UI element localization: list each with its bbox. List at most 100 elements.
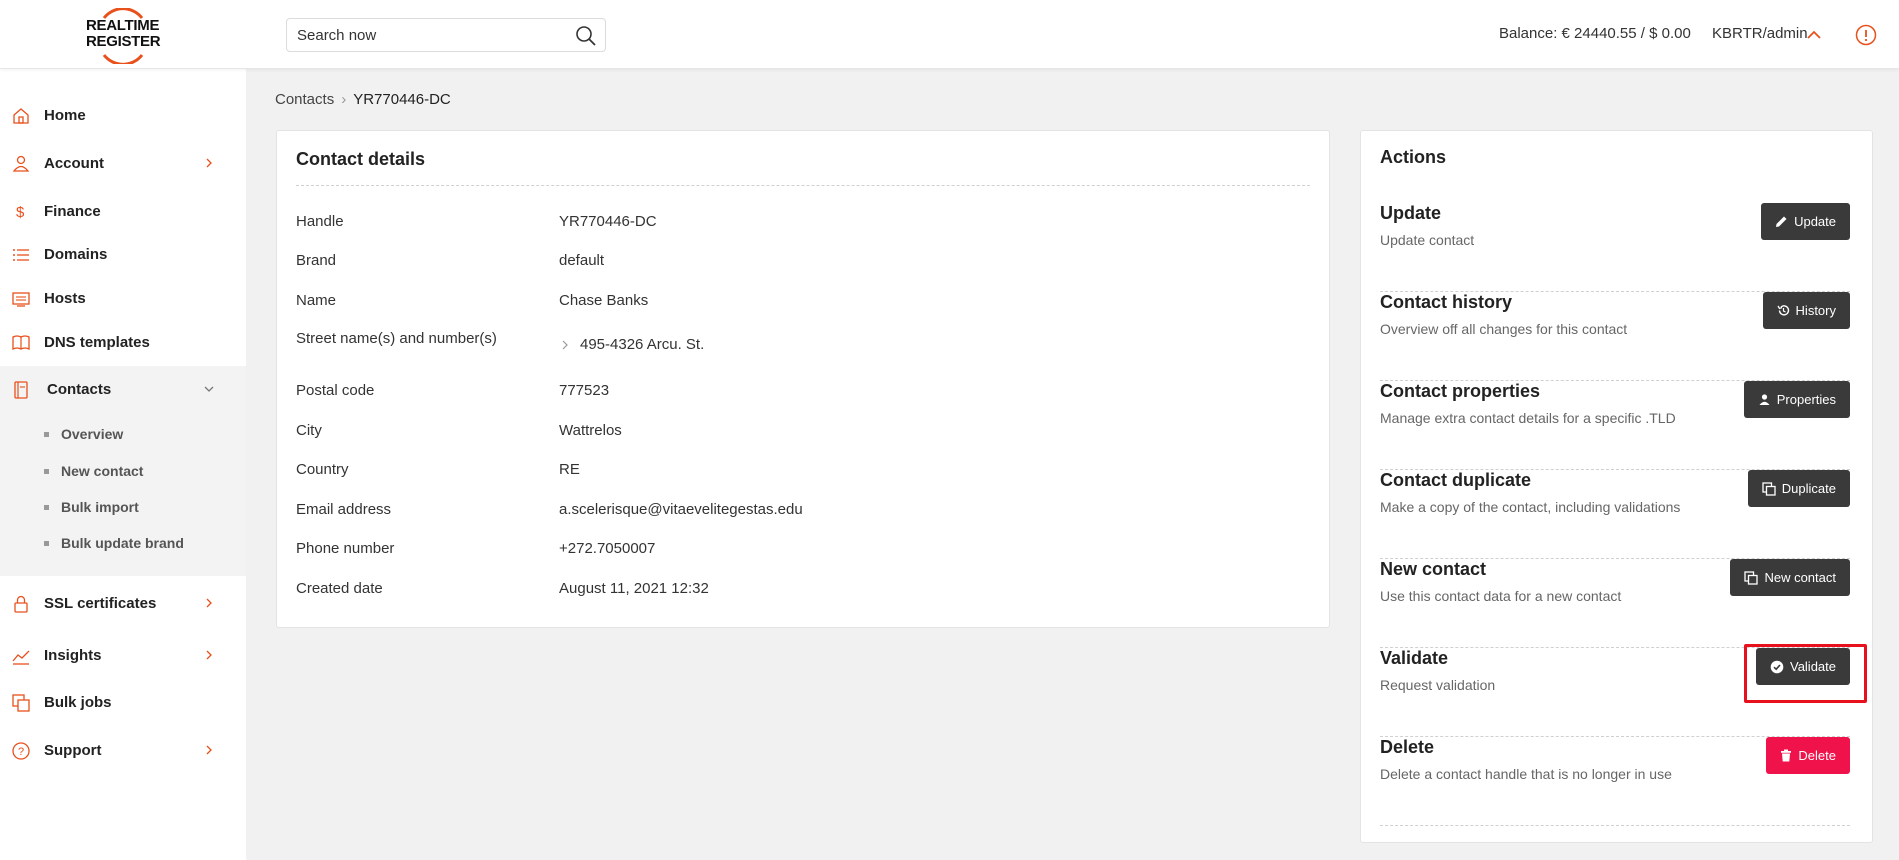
contact-details-title: Contact details [296,149,426,169]
action-title: Validate [1380,648,1449,668]
contacts-icon [14,381,28,399]
detail-value-email: a.scelerisque@vitaevelitegestas.edu [559,501,803,518]
detail-value-street: 495-4326 Arcu. St. [580,336,705,353]
contacts-nav-group: Contacts Overview New contact Bulk impor… [0,366,246,576]
delete-button[interactable]: Delete [1766,737,1850,774]
properties-button[interactable]: Properties [1743,381,1850,418]
sidebar-item-label: SSL certificates [44,595,157,612]
info-icon[interactable] [1855,24,1877,46]
action-description: Overview off all changes for this contac… [1380,321,1628,337]
help-icon: ? [12,742,30,760]
dollar-icon: $ [16,204,25,221]
detail-label-name: Name [296,292,337,309]
sidebar-item-dns-templates[interactable]: DNS templates [0,322,246,364]
chevron-right-icon[interactable] [559,339,571,351]
detail-label-country: Country [296,461,349,478]
detail-label-street: Street name(s) and number(s) [296,330,497,347]
lock-icon [14,595,28,613]
duplicate-icon [1762,481,1776,496]
chevron-right-icon [206,745,212,755]
history-button[interactable]: History [1762,292,1850,329]
search-input[interactable] [287,19,557,51]
properties-button-label: Properties [1776,392,1836,407]
detail-value-country: RE [559,461,580,478]
sidebar-item-finance[interactable]: $ Finance [0,191,246,233]
sidebar-item-insights[interactable]: Insights [0,635,246,677]
sidebar-item-label: Bulk jobs [44,694,112,711]
bullet-icon [44,432,49,437]
action-description: Delete a contact handle that is no longe… [1380,766,1672,782]
sidebar-item-contacts[interactable]: Contacts [0,369,246,411]
breadcrumb-contacts-link[interactable]: Contacts [275,91,334,108]
update-button[interactable]: Update [1761,203,1850,240]
book-icon [12,335,30,351]
chevron-right-icon [206,598,212,608]
sidebar-item-bulk-jobs[interactable]: Bulk jobs [0,682,246,724]
pencil-icon [1776,216,1787,227]
detail-value-postal-code: 777523 [559,382,610,399]
actions-card: Actions Update Update contact Update Con… [1360,130,1873,843]
sidebar-item-label: Hosts [44,290,86,307]
divider [296,185,1310,186]
detail-label-handle: Handle [296,213,344,230]
detail-value-created-date: August 11, 2021 12:32 [559,580,709,597]
bullet-icon [44,541,49,546]
sidebar-item-ssl-certificates[interactable]: SSL certificates [0,583,246,625]
detail-label-brand: Brand [296,252,337,269]
chevron-down-icon [204,386,214,392]
action-title: Update [1380,203,1442,223]
action-delete: Delete Delete a contact handle that is n… [1380,737,1850,826]
sidebar-item-account[interactable]: Account [0,143,246,185]
sidebar-item-label: Domains [44,246,108,263]
action-description: Request validation [1380,677,1496,693]
sidebar-item-hosts[interactable]: Hosts [0,278,246,320]
realtime-register-logo[interactable]: REALTIME REGISTER [84,8,161,64]
user-icon [12,155,30,172]
action-description: Update contact [1380,232,1475,248]
action-title: New contact [1380,559,1487,579]
duplicate-button[interactable]: Duplicate [1747,470,1850,507]
detail-label-created-date: Created date [296,580,383,597]
bullet-icon [44,469,49,474]
action-title: Contact properties [1380,381,1541,401]
contact-details-card: Contact details Handle YR770446-DC Brand… [276,130,1330,628]
action-contact-properties: Contact properties Manage extra contact … [1380,381,1850,470]
user-menu[interactable]: KBRTR/admin [1712,25,1808,42]
sidebar-item-label: Contacts [47,381,112,398]
balance-display: Balance: € 24440.55 / $ 0.00 [1499,25,1691,42]
list-icon [13,249,29,261]
sidebar-item-home[interactable]: Home [0,95,246,137]
action-contact-history: Contact history Overview off all changes… [1380,292,1850,381]
detail-label-city: City [296,422,322,439]
actions-title: Actions [1380,147,1447,167]
sidebar-subitem-label: Bulk update brand [61,535,184,551]
action-title: Delete [1380,737,1435,757]
svg-text:$: $ [16,204,25,221]
breadcrumb: Contacts › YR770446-DC [275,91,451,108]
svg-text:?: ? [18,746,24,758]
detail-label-email: Email address [296,501,392,518]
breadcrumb-separator-icon: › [341,91,347,108]
sidebar-item-label: Home [44,107,86,124]
search-icon[interactable] [575,25,597,47]
sidebar-item-label: Insights [44,647,102,664]
validate-highlight-box [1744,644,1867,703]
chevron-up-icon[interactable] [1804,25,1824,45]
sidebar-item-domains[interactable]: Domains [0,234,246,276]
new-contact-button[interactable]: New contact [1730,559,1850,596]
sidebar-item-support[interactable]: ? Support [0,730,246,772]
person-icon [1759,394,1770,405]
search-box [286,18,606,52]
history-icon [1776,305,1789,316]
action-new-contact: New contact Use this contact data for a … [1380,559,1850,648]
action-update: Update Update contact Update [1380,203,1850,292]
sidebar-item-label: Finance [44,203,101,220]
copy-icon [1744,570,1759,585]
sidebar-subitem-label: New contact [61,463,144,479]
copy-icon [12,694,30,712]
logo-line-2: REGISTER [86,33,161,50]
trash-icon [1781,749,1792,762]
action-description: Use this contact data for a new contact [1380,588,1622,604]
breadcrumb-current: YR770446-DC [353,91,451,108]
history-button-label: History [1795,303,1836,318]
